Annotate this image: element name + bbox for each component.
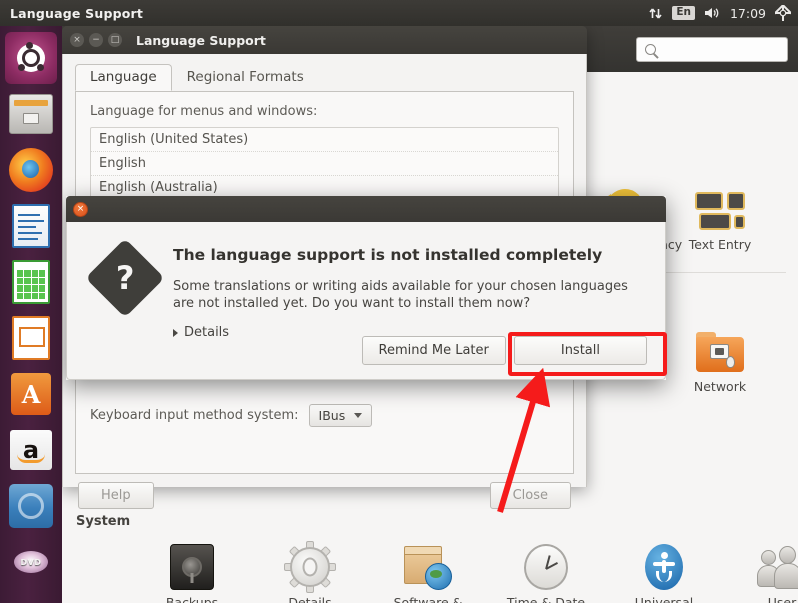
window-maximize-button[interactable]: □: [108, 33, 122, 47]
close-button[interactable]: Close: [489, 482, 571, 509]
install-button[interactable]: Install: [513, 336, 647, 365]
language-window-title: Language Support: [136, 32, 266, 48]
launcher-item-system-settings[interactable]: [5, 480, 57, 532]
tab-regional-formats[interactable]: Regional Formats: [172, 64, 319, 91]
text-entry-icon: [662, 176, 778, 232]
launcher-item-libreoffice-writer[interactable]: [5, 200, 57, 252]
settings-item-text-entry[interactable]: Text Entry: [662, 176, 778, 252]
settings-item-backups[interactable]: Backups: [134, 534, 250, 603]
settings-item-label: Details: [288, 595, 332, 603]
dialog-message: Some translations or writing aids availa…: [173, 279, 628, 311]
volume-icon[interactable]: [704, 6, 721, 20]
top-panel-indicators: En 17:09: [648, 5, 798, 21]
settings-item-user-accounts[interactable]: User Accounts: [724, 534, 798, 603]
launcher-item-ubuntu-dash[interactable]: [5, 32, 57, 84]
list-item[interactable]: English: [91, 152, 558, 176]
keyboard-layout-indicator[interactable]: En: [672, 6, 695, 20]
keyboard-input-method-label: Keyboard input method system:: [90, 408, 299, 423]
settings-item-label-line1: User: [767, 595, 797, 603]
language-window-tabs: Language Regional Formats: [75, 64, 574, 92]
help-button[interactable]: Help: [78, 482, 154, 509]
launcher-item-files[interactable]: [5, 88, 57, 140]
settings-item-label: Backups: [165, 595, 219, 603]
writer-document-icon: [12, 204, 50, 248]
launcher-item-libreoffice-impress[interactable]: [5, 312, 57, 364]
clock[interactable]: 17:09: [730, 6, 766, 21]
top-panel-app-title: Language Support: [10, 5, 144, 21]
network-transfer-icon[interactable]: [648, 6, 663, 21]
software-updates-icon: [370, 534, 486, 590]
launcher-item-amazon[interactable]: a: [5, 424, 57, 476]
settings-item-time-date[interactable]: Time & Date: [488, 534, 604, 603]
language-list[interactable]: English (United States) English English …: [90, 127, 559, 201]
language-list-label: Language for menus and windows:: [90, 104, 318, 119]
keyboard-input-method-row: Keyboard input method system: IBus: [90, 404, 373, 427]
language-support-dialog: × ? The language support is not installe…: [66, 196, 666, 380]
backups-icon: [134, 534, 250, 590]
top-panel: Language Support En 17:09: [0, 0, 798, 26]
dialog-button-row: Remind Me Later Install: [361, 336, 647, 365]
search-icon: [645, 43, 656, 55]
gear-icon[interactable]: [775, 5, 791, 21]
ubuntu-logo-icon: [5, 32, 57, 84]
details-label: Details: [184, 325, 230, 340]
dialog-body: ? The language support is not installed …: [66, 222, 666, 380]
launcher-item-dvd[interactable]: DVD: [5, 536, 57, 588]
network-icon: [662, 318, 778, 374]
language-window-titlebar: × − □ Language Support: [62, 26, 587, 54]
settings-item-label-line1: Software &: [393, 595, 463, 603]
time-date-clock-icon: [488, 534, 604, 590]
remind-me-later-button[interactable]: Remind Me Later: [361, 336, 506, 365]
screen-root: Language Support En 17:09 A a DVD Text E…: [0, 0, 798, 603]
settings-item-label: Time & Date: [506, 595, 586, 603]
launcher-item-ubuntu-software[interactable]: A: [5, 368, 57, 420]
impress-presentation-icon: [12, 316, 50, 360]
amazon-icon: a: [10, 430, 52, 470]
system-settings-icon: [9, 484, 53, 528]
firefox-icon: [9, 148, 53, 192]
settings-item-label-line1: Universal: [634, 595, 694, 603]
settings-item-details[interactable]: Details: [252, 534, 368, 603]
dvd-disc-icon: DVD: [10, 547, 52, 577]
launcher-item-firefox[interactable]: [5, 144, 57, 196]
ubuntu-software-icon: A: [11, 373, 51, 415]
keyboard-input-method-value: IBus: [318, 408, 346, 423]
window-minimize-button[interactable]: −: [89, 33, 103, 47]
dialog-titlebar: ×: [66, 196, 666, 222]
unity-launcher: A a DVD: [0, 26, 62, 603]
search-input[interactable]: [636, 36, 788, 62]
settings-item-network[interactable]: Network: [662, 318, 778, 394]
details-gear-icon: [252, 534, 368, 593]
tab-language[interactable]: Language: [75, 64, 172, 91]
settings-item-label: Text Entry: [688, 237, 752, 252]
chevron-down-icon: [354, 413, 363, 418]
chevron-right-icon: [173, 328, 178, 337]
calc-spreadsheet-icon: [12, 260, 50, 304]
close-icon[interactable]: ×: [73, 201, 88, 217]
keyboard-input-method-select[interactable]: IBus: [308, 404, 373, 427]
window-close-button[interactable]: ×: [70, 33, 84, 47]
user-accounts-icon: [724, 534, 798, 590]
dialog-heading: The language support is not installed co…: [173, 246, 603, 264]
file-cabinet-icon: [9, 94, 53, 134]
language-window-footer: Help Close: [76, 482, 573, 509]
question-mark-icon: ?: [85, 238, 165, 318]
system-section-heading: System: [76, 514, 131, 529]
settings-item-label: Network: [693, 379, 747, 394]
universal-access-icon: [606, 534, 722, 590]
launcher-item-libreoffice-calc[interactable]: [5, 256, 57, 308]
settings-item-universal-access[interactable]: Universal Access: [606, 534, 722, 603]
list-item[interactable]: English (United States): [91, 128, 558, 152]
settings-item-software-updates[interactable]: Software & Updates: [370, 534, 486, 603]
